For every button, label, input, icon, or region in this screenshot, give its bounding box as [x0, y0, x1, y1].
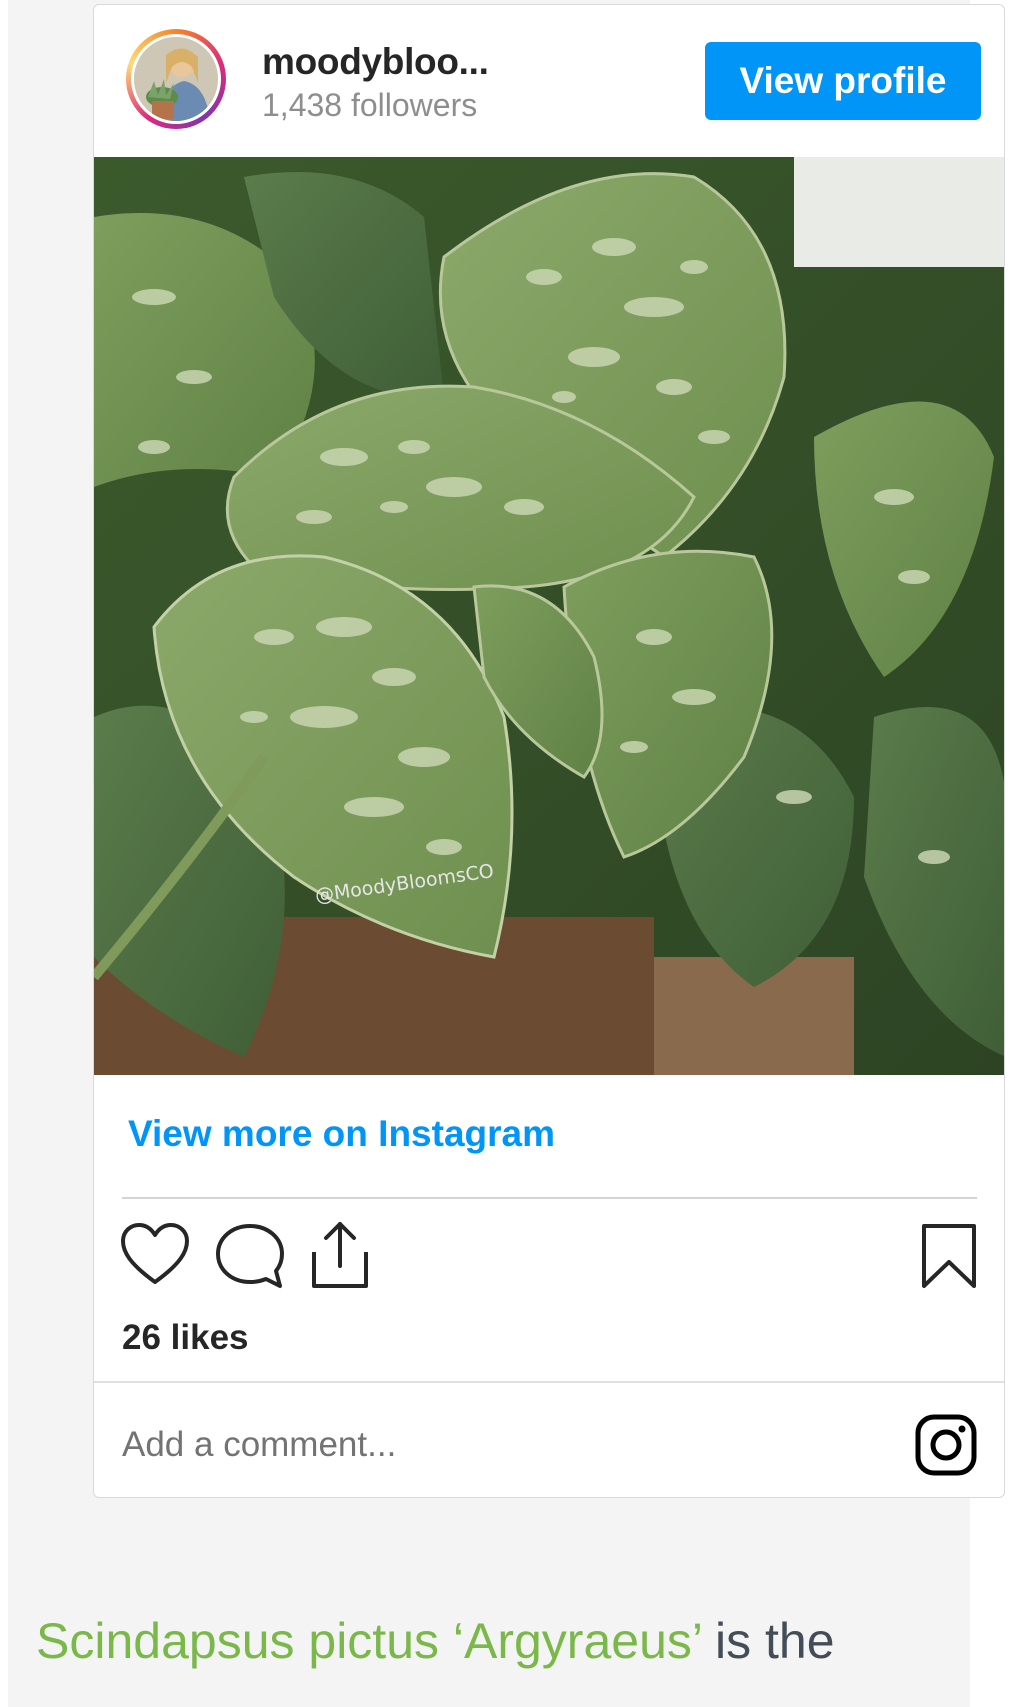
article-paragraph: Scindapsus pictus ‘Argyraeus’ is the: [36, 1612, 835, 1670]
heart-icon[interactable]: [120, 1222, 190, 1286]
paragraph-text: is the: [701, 1613, 835, 1669]
avatar-photo: [131, 34, 221, 124]
view-profile-button[interactable]: View profile: [705, 42, 981, 120]
account-username[interactable]: moodybloo...: [262, 41, 489, 83]
comment-icon[interactable]: [214, 1222, 286, 1290]
divider: [122, 1197, 977, 1199]
post-photo[interactable]: @MoodyBloomsCO: [94, 157, 1004, 1075]
follower-count: 1,438 followers: [262, 87, 478, 123]
instagram-icon[interactable]: [914, 1413, 978, 1477]
plant-name-link[interactable]: Scindapsus pictus ‘Argyraeus’: [36, 1613, 701, 1669]
bookmark-icon[interactable]: [920, 1222, 978, 1290]
like-count: 26 likes: [122, 1318, 249, 1357]
post-actions: [120, 1220, 980, 1300]
embed-header: moodybloo... 1,438 followers View profil…: [94, 5, 1004, 157]
divider: [94, 1381, 1004, 1383]
share-icon[interactable]: [308, 1220, 372, 1290]
avatar[interactable]: [126, 29, 226, 129]
view-more-on-instagram-link[interactable]: View more on Instagram: [128, 1113, 555, 1155]
add-comment-input[interactable]: Add a comment...: [122, 1425, 396, 1465]
instagram-embed-card: moodybloo... 1,438 followers View profil…: [93, 4, 1005, 1498]
